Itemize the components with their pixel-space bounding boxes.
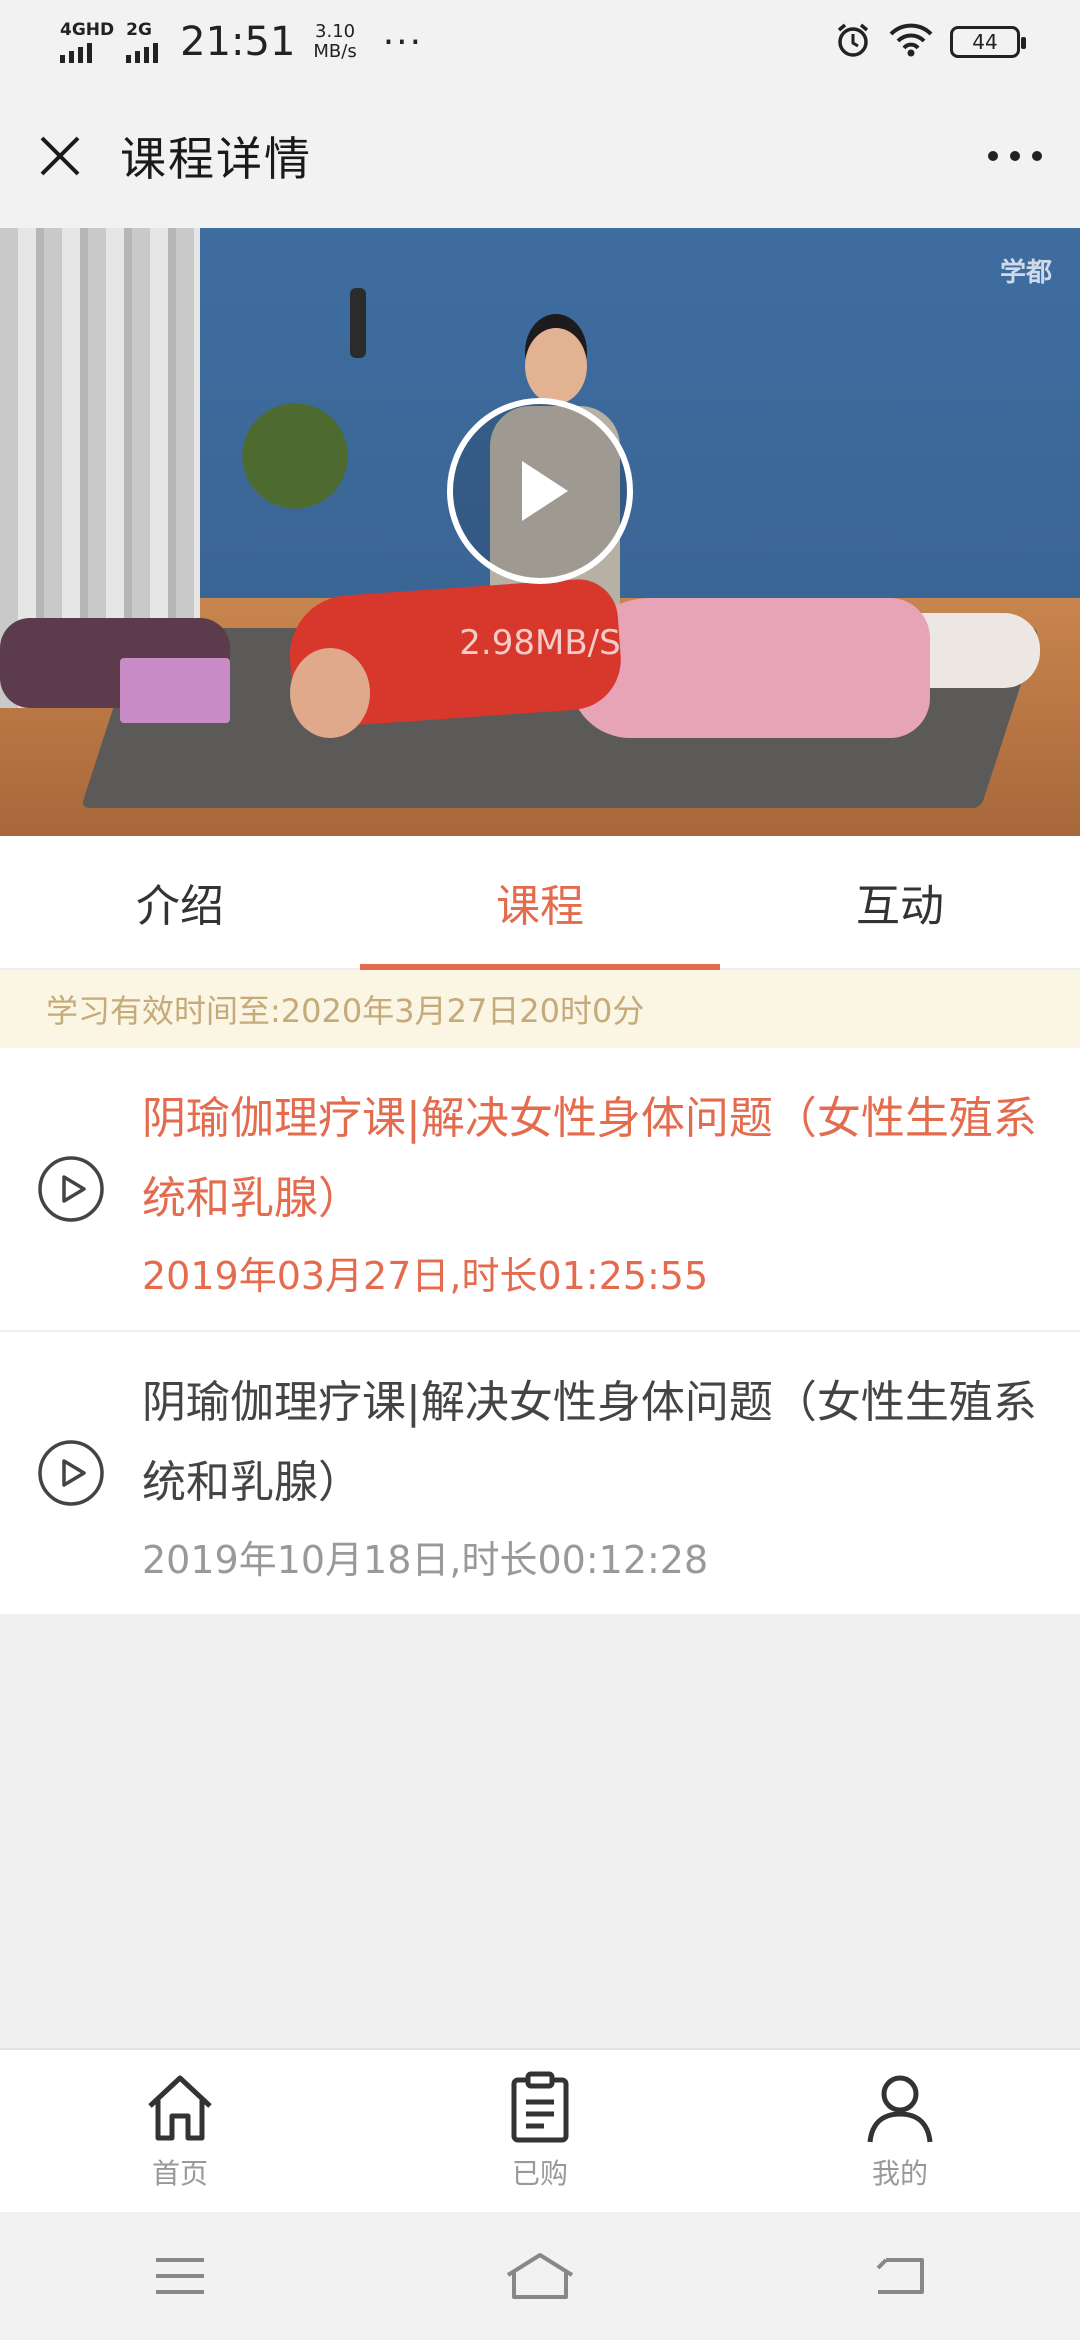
close-icon: [40, 136, 80, 176]
network-type-1: 4GHD: [60, 19, 115, 40]
validity-text: 学习有效时间至:2020年3月27日20时0分: [46, 992, 645, 1030]
system-nav-bar: [0, 2212, 1080, 2340]
nav-purchased[interactable]: 已购: [360, 2050, 720, 2212]
detail-tabs: 介绍 课程 互动: [0, 836, 1080, 970]
page-title: 课程详情: [120, 132, 312, 186]
user-icon: [867, 2075, 933, 2143]
play-circle-icon: [38, 1440, 104, 1506]
course-meta: 2019年03月27日,时长01:25:55: [142, 1253, 709, 1298]
bottom-nav: 首页 已购 我的: [0, 2048, 1080, 2212]
menu-icon: [156, 2258, 204, 2294]
course-title: 阴瑜伽理疗课|解决女性身体问题（女性生殖系统和乳腺）: [142, 1376, 1037, 1508]
nav-home-label: 首页: [151, 2157, 208, 2190]
back-button[interactable]: [720, 2212, 1080, 2340]
more-notifications: ···: [382, 21, 424, 63]
list-item[interactable]: 阴瑜伽理疗课|解决女性身体问题（女性生殖系统和乳腺） 2019年03月27日,时…: [0, 1048, 1080, 1332]
home-button[interactable]: [360, 2212, 720, 2340]
signal-1: 4GHD: [60, 19, 115, 63]
clipboard-icon: [511, 2071, 569, 2143]
network-speed: 3.10 MB/s: [313, 22, 356, 62]
tab-course[interactable]: 课程: [360, 836, 720, 970]
home-icon: [148, 2075, 212, 2141]
nav-mine-label: 我的: [871, 2157, 928, 2190]
nav-home[interactable]: 首页: [0, 2050, 360, 2212]
more-button[interactable]: [950, 84, 1080, 228]
menu-button[interactable]: [0, 2212, 360, 2340]
video-player[interactable]: 学都 2.98MB/S: [0, 228, 1080, 836]
tab-interaction[interactable]: 互动: [720, 836, 1080, 968]
signal-2: 2G: [126, 19, 159, 63]
buffer-speed: 2.98MB/S: [459, 623, 621, 663]
home-outline-icon: [506, 2253, 574, 2299]
course-title: 阴瑜伽理疗课|解决女性身体问题（女性生殖系统和乳腺）: [142, 1092, 1037, 1224]
more-icon: [988, 151, 998, 161]
status-bar: 4GHD 2G 21:51 3.10 MB/s ··· 44: [0, 0, 1080, 84]
close-button[interactable]: [0, 84, 120, 228]
course-meta: 2019年10月18日,时长00:12:28: [142, 1537, 709, 1582]
tab-intro[interactable]: 介绍: [0, 836, 360, 968]
list-item[interactable]: 阴瑜伽理疗课|解决女性身体问题（女性生殖系统和乳腺） 2019年10月18日,时…: [0, 1332, 1080, 1616]
title-bar: 课程详情: [0, 84, 1080, 228]
validity-banner: 学习有效时间至:2020年3月27日20时0分: [0, 970, 1080, 1048]
network-type-2: 2G: [126, 19, 152, 40]
video-watermark: 学都: [999, 258, 1052, 288]
battery-level: 44: [972, 30, 998, 54]
battery-icon: 44: [950, 26, 1026, 58]
clock: 21:51: [180, 19, 296, 65]
play-button[interactable]: [447, 398, 633, 584]
play-icon: [522, 461, 568, 521]
signal-bars-icon: [60, 42, 92, 63]
alarm-icon: [834, 21, 872, 63]
signal-bars-icon: [126, 42, 159, 63]
play-circle-icon: [38, 1156, 104, 1222]
network-speed-unit: MB/s: [313, 41, 357, 62]
wifi-icon: [888, 22, 934, 62]
back-icon: [876, 2258, 924, 2294]
nav-mine[interactable]: 我的: [720, 2050, 1080, 2212]
network-speed-value: 3.10: [315, 21, 356, 42]
course-detail-page: 4GHD 2G 21:51 3.10 MB/s ··· 44 课程详情 学都 2…: [0, 0, 1080, 2340]
nav-purchased-label: 已购: [511, 2157, 568, 2190]
course-list: 阴瑜伽理疗课|解决女性身体问题（女性生殖系统和乳腺） 2019年03月27日,时…: [0, 1048, 1080, 1616]
